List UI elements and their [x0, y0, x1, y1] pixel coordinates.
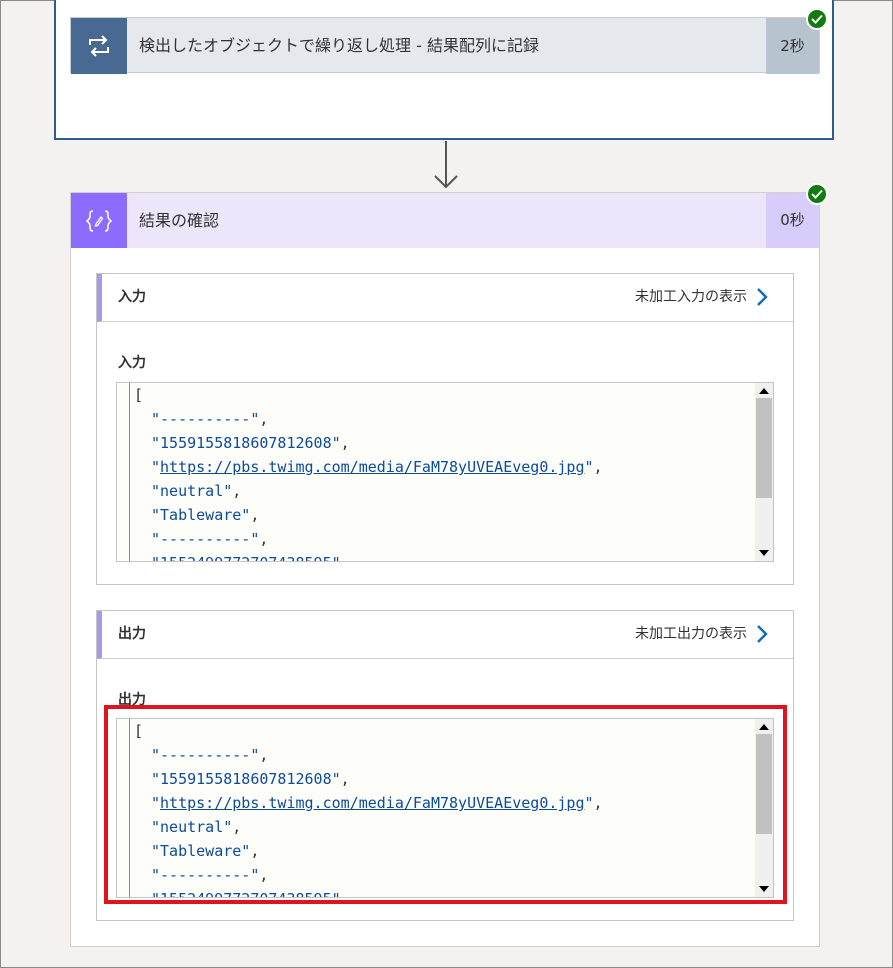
arrow-down-icon	[434, 175, 458, 189]
code-url-link[interactable]: https://pbs.twimg.com/media/FaM78yUVEAEv…	[160, 458, 584, 476]
inputs-code-viewer[interactable]: [ "----------", "1559155818607812608", "htt…	[116, 382, 774, 562]
scroll-thumb[interactable]	[756, 398, 772, 498]
inputs-section-header: 入力 未加工入力の表示	[97, 274, 793, 322]
show-raw-outputs-link[interactable]: 未加工出力の表示	[635, 611, 747, 657]
loop-icon	[71, 18, 127, 74]
compose-action-header[interactable]: 結果の確認 0秒	[71, 193, 819, 248]
code-line: "Tableware",	[151, 506, 260, 524]
outputs-section-title: 出力	[118, 626, 146, 642]
code-line: "neutral",	[151, 482, 242, 500]
success-check-icon	[806, 8, 828, 30]
compose-icon	[71, 193, 127, 248]
scroll-up-icon[interactable]	[759, 388, 769, 394]
inputs-field-label: 入力	[118, 355, 146, 371]
chevron-right-icon[interactable]	[753, 625, 771, 643]
scroll-down-icon[interactable]	[759, 550, 769, 556]
inputs-scrollbar[interactable]	[755, 383, 773, 561]
compose-action-title: 結果の確認	[139, 211, 220, 230]
code-line: "1552499772707438595"	[134, 551, 753, 561]
code-line: "----------",	[151, 530, 269, 548]
loop-action-title: 検出したオブジェクトで繰り返し処理 - 結果配列に記録	[139, 36, 539, 55]
loop-action-card[interactable]: 検出したオブジェクトで繰り返し処理 - 結果配列に記録 2秒	[70, 17, 820, 74]
code-line: "----------",	[151, 410, 269, 428]
outputs-section-header: 出力 未加工出力の表示	[97, 611, 793, 659]
code-line: "https://pbs.twimg.com/media/FaM78yUVEAE…	[151, 458, 603, 476]
chevron-right-icon[interactable]	[753, 288, 771, 306]
code-open-bracket: [	[134, 386, 144, 404]
show-raw-inputs-link[interactable]: 未加工入力の表示	[635, 274, 747, 320]
inputs-code-content: [ "----------", "1559155818607812608", "htt…	[130, 383, 753, 561]
inputs-section: 入力 未加工入力の表示 入力 [ "----------", "1559155818…	[96, 273, 794, 585]
code-line: "1559155818607812608",	[151, 434, 350, 452]
success-check-icon	[806, 183, 828, 205]
inputs-section-title: 入力	[118, 289, 146, 305]
highlight-annotation	[104, 705, 787, 904]
